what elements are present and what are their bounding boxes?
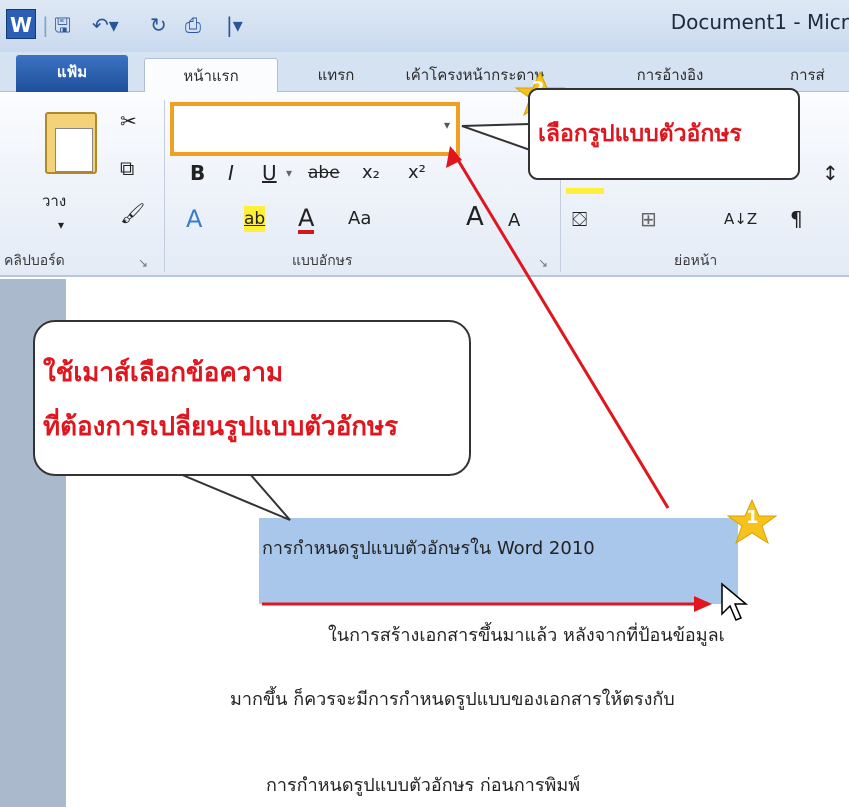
callout-tail	[179, 473, 291, 521]
instruction-line-2: ที่ต้องการเปลี่ยนรูปแบบตัวอักษร	[43, 412, 399, 442]
arrow-to-font-box	[450, 149, 670, 509]
mouse-cursor-icon	[721, 582, 749, 621]
instruction-line-1: ใช้เมาส์เลือกข้อความ	[43, 358, 284, 388]
callout-tail	[461, 122, 531, 152]
font-callout-text: เลือกรูปแบบตัวอักษร	[538, 121, 742, 147]
step-1-badge: 1	[746, 507, 759, 528]
arrow-head	[694, 596, 712, 612]
font-callout: เลือกรูปแบบตัวอักษร	[528, 88, 800, 180]
instruction-callout: ใช้เมาส์เลือกข้อความ ที่ต้องการเปลี่ยนรู…	[33, 320, 471, 476]
